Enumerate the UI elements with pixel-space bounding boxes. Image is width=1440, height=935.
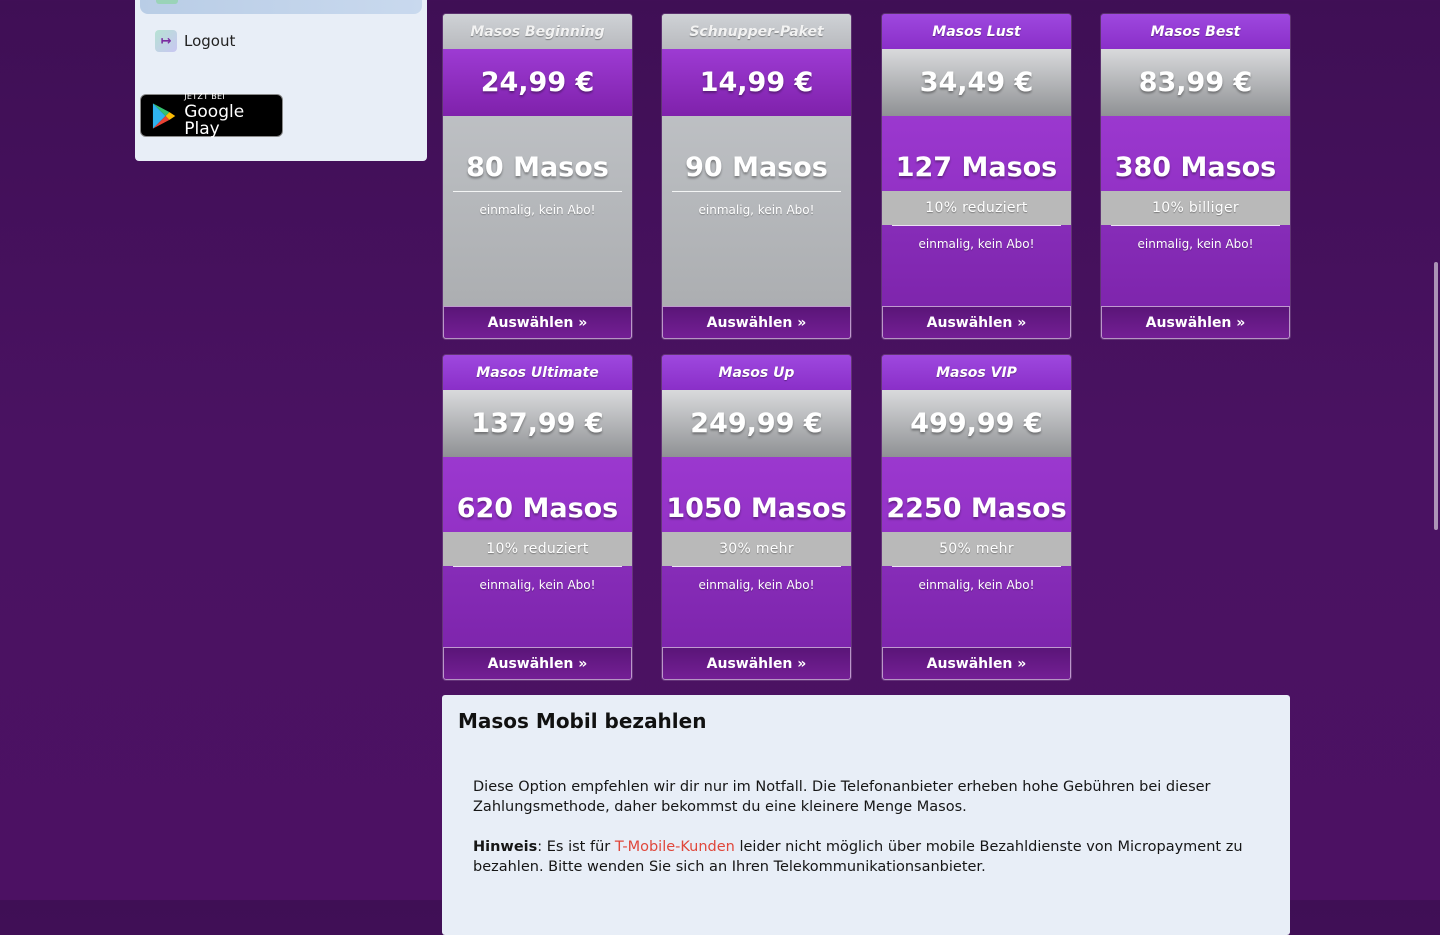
mobile-payment-heading: Masos Mobil bezahlen <box>458 709 707 733</box>
divider <box>892 225 1061 226</box>
google-play-big-text: Google Play <box>184 102 245 139</box>
package-price: 499,99 € <box>882 390 1071 457</box>
package-note: einmalig, kein Abo! <box>479 203 596 217</box>
t-mobile-link[interactable]: T-Mobile-Kunden <box>615 839 735 855</box>
package-price: 137,99 € <box>443 390 632 457</box>
package-amount: 1050 Masos <box>662 457 851 532</box>
package-amount: 620 Masos <box>443 457 632 532</box>
menu-item-icon <box>156 0 178 4</box>
package-note: einmalig, kein Abo! <box>479 578 596 592</box>
logout-link[interactable]: ↦ Logout <box>155 30 235 52</box>
hint-text-pre: : Es ist für <box>537 839 615 855</box>
package-price: 83,99 € <box>1101 49 1290 116</box>
select-button[interactable]: Auswählen » <box>443 647 632 680</box>
mobile-payment-panel: Masos Mobil bezahlen Diese Option empfeh… <box>442 695 1290 935</box>
logout-icon: ↦ <box>155 30 177 52</box>
discount-badge: 10% reduziert <box>882 191 1071 225</box>
package-amount: 2250 Masos <box>882 457 1071 532</box>
mobile-payment-hint: Hinweis: Es ist für T-Mobile-Kunden leid… <box>473 837 1253 877</box>
package-title: Masos VIP <box>882 355 1071 390</box>
hint-label: Hinweis <box>473 839 538 855</box>
divider <box>672 566 841 567</box>
logout-label: Logout <box>184 32 236 50</box>
package-note: einmalig, kein Abo! <box>1137 237 1254 251</box>
google-play-small-text: JETZT BEI <box>184 92 226 101</box>
package-title: Masos Lust <box>882 14 1071 49</box>
package-price: 249,99 € <box>662 390 851 457</box>
package-price: 34,49 € <box>882 49 1071 116</box>
mobile-payment-description: Diese Option empfehlen wir dir nur im No… <box>473 779 1211 815</box>
sidebar-item-active[interactable] <box>140 0 422 14</box>
package-amount: 127 Masos <box>882 116 1071 191</box>
sidebar-panel: ↦ Logout JETZT BEI Google Play <box>135 0 427 161</box>
package-card-ultimate: Masos Ultimate 137,99 € 620 Masos 10% re… <box>443 355 632 680</box>
package-card-lust: Masos Lust 34,49 € 127 Masos 10% reduzie… <box>882 14 1071 339</box>
package-title: Masos Beginning <box>443 14 632 49</box>
bonus-badge: 30% mehr <box>662 532 851 566</box>
package-note: einmalig, kein Abo! <box>918 237 1035 251</box>
package-card-up: Masos Up 249,99 € 1050 Masos 30% mehr ei… <box>662 355 851 680</box>
package-note: einmalig, kein Abo! <box>918 578 1035 592</box>
package-note: einmalig, kein Abo! <box>698 203 815 217</box>
package-note: einmalig, kein Abo! <box>698 578 815 592</box>
package-amount: 80 Masos <box>466 152 609 183</box>
package-title: Masos Best <box>1101 14 1290 49</box>
google-play-badge[interactable]: JETZT BEI Google Play <box>140 92 283 139</box>
discount-badge: 10% reduziert <box>443 532 632 566</box>
select-button[interactable]: Auswählen » <box>882 647 1071 680</box>
select-button[interactable]: Auswählen » <box>662 647 851 680</box>
package-title: Masos Up <box>662 355 851 390</box>
select-button[interactable]: Auswählen » <box>1101 306 1290 339</box>
package-card-beginning: Masos Beginning 24,99 € 80 Masos einmali… <box>443 14 632 339</box>
select-button[interactable]: Auswählen » <box>882 306 1071 339</box>
package-title: Schnupper-Paket <box>662 14 851 49</box>
package-price: 24,99 € <box>443 49 632 116</box>
package-card-vip: Masos VIP 499,99 € 2250 Masos 50% mehr e… <box>882 355 1071 680</box>
divider <box>1111 225 1280 226</box>
google-play-icon <box>152 102 176 129</box>
divider <box>892 566 1061 567</box>
package-title: Masos Ultimate <box>443 355 632 390</box>
select-button[interactable]: Auswählen » <box>443 306 632 339</box>
divider <box>672 191 841 192</box>
select-button[interactable]: Auswählen » <box>662 306 851 339</box>
bonus-badge: 50% mehr <box>882 532 1071 566</box>
discount-badge: 10% billiger <box>1101 191 1290 225</box>
package-card-best: Masos Best 83,99 € 380 Masos 10% billige… <box>1101 14 1290 339</box>
package-amount: 90 Masos <box>685 152 828 183</box>
package-price: 14,99 € <box>662 49 851 116</box>
divider <box>453 566 622 567</box>
package-card-schnupper: Schnupper-Paket 14,99 € 90 Masos einmali… <box>662 14 851 339</box>
package-amount: 380 Masos <box>1101 116 1290 191</box>
page-scrollbar[interactable] <box>1434 262 1438 530</box>
divider <box>453 191 622 192</box>
